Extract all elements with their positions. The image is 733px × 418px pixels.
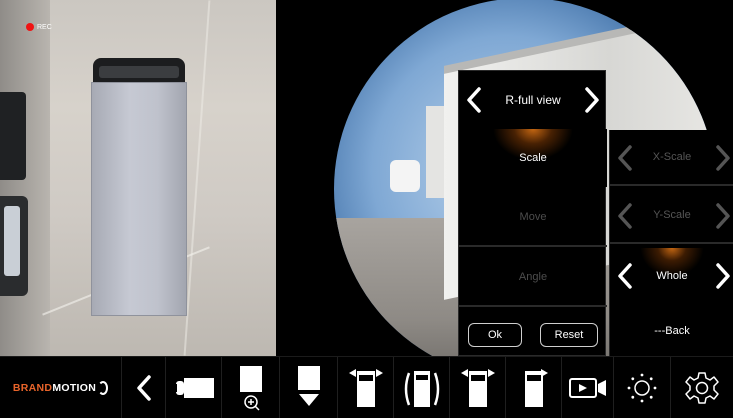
front-corner-view-button[interactable]: [338, 357, 394, 418]
record-video-icon: [568, 378, 606, 398]
prev-view-button[interactable]: [463, 83, 485, 117]
zoom-in-icon: [239, 366, 262, 411]
whole-label: Whole: [656, 270, 688, 282]
record-dot-icon: [26, 23, 34, 31]
rear-view-button[interactable]: [506, 357, 562, 418]
x-scale-increase-button[interactable]: [712, 141, 733, 175]
brand-logo-text: BRANDMOTION: [13, 382, 96, 394]
submenu-item-x-scale[interactable]: X-Scale: [610, 130, 733, 186]
rear-camera-button[interactable]: [166, 357, 222, 418]
front-corner-view-icon: [348, 369, 383, 407]
menu-item-scale[interactable]: Scale: [459, 129, 607, 187]
car: [390, 160, 420, 192]
menu-title: R-full view: [505, 93, 561, 107]
scale-submenu: X-Scale Y-Scale Whole ---Back: [609, 130, 733, 356]
down-view-button[interactable]: [280, 357, 338, 418]
side-view-button[interactable]: [394, 357, 450, 418]
view-settings-menu: R-full view Scale Move Angle Ok Reset: [458, 70, 607, 356]
chevron-left-icon: [618, 263, 632, 289]
y-scale-decrease-button[interactable]: [614, 199, 636, 233]
submenu-item-whole[interactable]: Whole: [610, 248, 733, 304]
brand-part1: BRAND: [12, 382, 53, 394]
bottom-toolbar: BRANDMOTION: [0, 356, 733, 418]
menu-item-angle[interactable]: Angle: [459, 249, 607, 307]
back-chevron-icon: [136, 375, 151, 401]
ok-button[interactable]: Ok: [468, 323, 522, 347]
side-view-icon: [404, 371, 439, 407]
brightness-button[interactable]: [614, 357, 671, 418]
birds-eye-view: REC: [0, 0, 276, 356]
zoom-in-button[interactable]: [222, 357, 280, 418]
chevron-right-icon: [716, 263, 730, 289]
vehicle-overlay: [89, 58, 189, 316]
menu-title-row: R-full view: [459, 71, 607, 129]
chevron-right-icon: [585, 87, 599, 113]
back-button-toolbar[interactable]: [122, 357, 166, 418]
menu-item-move[interactable]: Move: [459, 189, 607, 247]
logo-arc-icon: [98, 381, 109, 395]
parked-car: [0, 196, 28, 296]
rear-corner-view-icon: [460, 369, 495, 407]
reset-button[interactable]: Reset: [540, 323, 598, 347]
whole-increase-button[interactable]: [712, 259, 733, 293]
parked-car: [0, 92, 26, 180]
rear-view-icon: [524, 369, 548, 407]
brand-part2: MOTION: [52, 382, 97, 394]
settings-icon: [685, 372, 719, 404]
chevron-left-icon: [618, 145, 632, 171]
chevron-left-icon: [467, 87, 481, 113]
brightness-icon: [627, 373, 657, 403]
submenu-item-y-scale[interactable]: Y-Scale: [610, 188, 733, 244]
x-scale-decrease-button[interactable]: [614, 141, 636, 175]
down-view-icon: [297, 366, 320, 406]
next-view-button[interactable]: [581, 83, 603, 117]
rec-label: REC: [37, 23, 52, 31]
whole-decrease-button[interactable]: [614, 259, 636, 293]
y-scale-increase-button[interactable]: [712, 199, 733, 233]
brand-logo: BRANDMOTION: [0, 357, 122, 418]
chevron-left-icon: [618, 203, 632, 229]
record-video-button[interactable]: [562, 357, 614, 418]
settings-button[interactable]: [671, 357, 733, 418]
rear-corner-view-button[interactable]: [450, 357, 506, 418]
vehicle-body: [91, 82, 187, 316]
back-button[interactable]: ---Back: [610, 306, 733, 356]
y-scale-label: Y-Scale: [653, 209, 691, 221]
x-scale-label: X-Scale: [652, 151, 692, 163]
chevron-right-icon: [716, 203, 730, 229]
menu-button-row: Ok Reset: [459, 319, 607, 351]
chevron-right-icon: [716, 145, 730, 171]
vehicle-cab: [93, 58, 185, 84]
rear-camera-icon: [173, 378, 214, 398]
recording-indicator: REC: [26, 23, 52, 31]
